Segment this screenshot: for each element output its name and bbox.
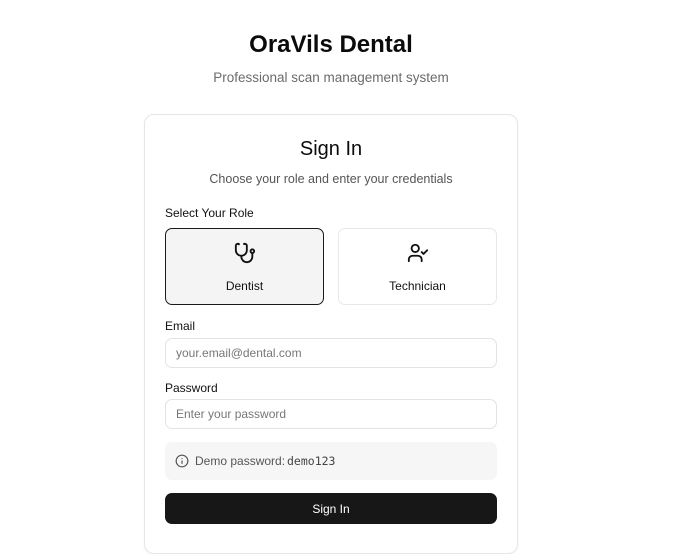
email-label: Email (165, 319, 196, 333)
role-option-label: Dentist (225, 279, 264, 293)
sign-in-button[interactable]: Sign In (165, 493, 497, 524)
role-option-label: Technician (389, 279, 446, 293)
sign-in-card: Sign In Choose your role and enter your … (144, 114, 518, 554)
role-label: Select Your Role (165, 206, 254, 220)
stethoscope-icon (234, 242, 255, 264)
card-title: Sign In (299, 138, 363, 160)
password-label: Password (165, 381, 218, 395)
demo-password-text: Demo password: (195, 454, 286, 468)
app-title: OraVils Dental (249, 31, 413, 58)
app-subtitle: Professional scan management system (213, 70, 449, 85)
demo-password-note: Demo password: demo123 (165, 442, 497, 480)
card-description: Choose your role and enter your credenti… (209, 172, 453, 186)
password-field[interactable] (165, 399, 497, 429)
demo-password-code: demo123 (287, 454, 336, 468)
role-option-dentist[interactable]: Dentist (165, 228, 324, 305)
user-check-icon (407, 243, 428, 263)
info-icon (175, 454, 189, 468)
email-field[interactable] (165, 338, 497, 368)
role-option-technician[interactable]: Technician (338, 228, 497, 305)
